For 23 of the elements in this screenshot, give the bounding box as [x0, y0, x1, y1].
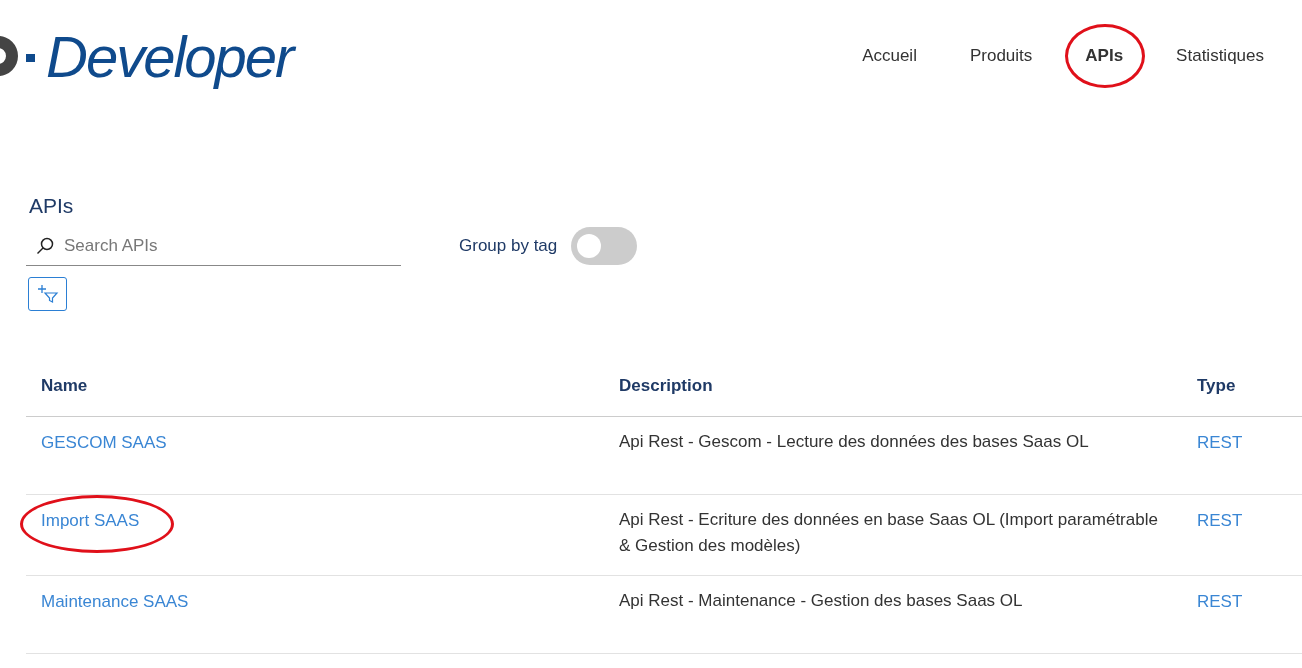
nav-link[interactable]: Statistiques: [1176, 46, 1264, 66]
table-cell-text: Api Rest - Gescom - Lecture des données des bases Saas OL: [618, 431, 1090, 453]
table-cell-text: REST: [1196, 592, 1244, 612]
group-by-tag-label: Group by tag: [459, 236, 558, 256]
api-name-link[interactable]: GESCOM SAAS: [41, 433, 167, 453]
search-icon: [36, 236, 54, 255]
nav-link[interactable]: Accueil: [862, 46, 917, 66]
column-header: Type: [1196, 375, 1237, 396]
api-name-link[interactable]: Maintenance SAAS: [41, 592, 189, 612]
filter-plus-icon: [36, 284, 59, 304]
search-field[interactable]: Search APIs: [26, 226, 401, 266]
column-header: Name: [40, 375, 89, 396]
table-cell-text: Api Rest - Maintenance - Gestion des bases Saas OL: [618, 590, 1024, 612]
api-name-link[interactable]: Import SAAS: [41, 511, 140, 531]
table-cell-text: Api Rest - Ecriture des données en base Saas OL (Import paramétrable & Gestion des modèles): [618, 509, 1159, 557]
nav-link[interactable]: APIs: [1085, 46, 1124, 66]
table-cell-text: REST: [1196, 433, 1244, 453]
table-cell-text: REST: [1196, 511, 1244, 531]
toggle-switch[interactable]: [571, 227, 638, 265]
add-filter-button[interactable]: [28, 277, 67, 311]
nav-link[interactable]: Produits: [969, 46, 1033, 66]
column-header: Description: [618, 375, 714, 396]
section-title: APIs: [29, 194, 75, 218]
